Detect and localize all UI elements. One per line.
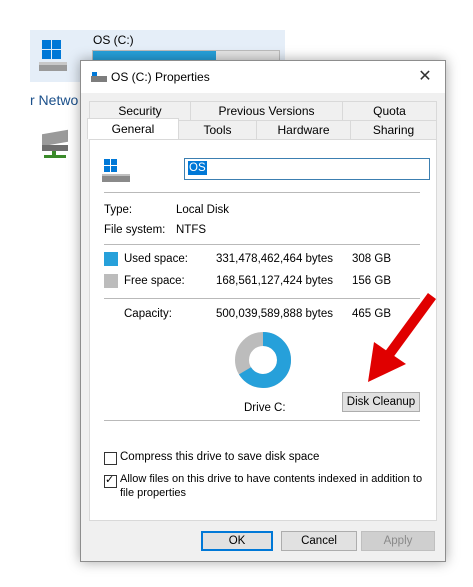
drive-name-value: OS — [188, 161, 207, 175]
capacity-label: Capacity: — [124, 308, 172, 320]
drive-label: Drive C: — [244, 402, 286, 414]
free-space-swatch — [104, 274, 118, 288]
index-label-line1: Allow files on this drive to have conten… — [120, 473, 423, 485]
index-checkbox[interactable]: ✓ — [104, 474, 117, 488]
free-space-label: Free space: — [124, 275, 185, 287]
tab-previous-versions[interactable]: Previous Versions — [190, 101, 343, 120]
compress-label: Compress this drive to save disk space — [120, 451, 320, 463]
ok-button[interactable]: OK — [201, 531, 273, 551]
used-space-label: Used space: — [124, 253, 188, 265]
type-label: Type: — [104, 204, 133, 216]
windows-drive-icon — [39, 40, 67, 71]
file-system-label: File system: — [104, 224, 166, 236]
capacity-bytes: 500,039,589,888 bytes — [216, 308, 334, 320]
index-label-line2: file properties — [120, 487, 187, 499]
file-system-value: NTFS — [176, 224, 207, 236]
free-space-gb: 156 GB — [352, 275, 391, 287]
tab-sharing[interactable]: Sharing — [350, 120, 437, 139]
close-button[interactable]: ✕ — [415, 67, 435, 87]
tab-hardware[interactable]: Hardware — [256, 120, 351, 139]
tab-quota[interactable]: Quota — [342, 101, 437, 120]
cancel-button[interactable]: Cancel — [281, 531, 357, 551]
network-drive-icon — [42, 129, 68, 158]
used-space-swatch — [104, 252, 118, 266]
divider — [104, 192, 420, 193]
compress-checkbox[interactable] — [104, 452, 117, 465]
drive-icon — [91, 72, 107, 82]
used-space-bytes: 331,478,462,464 bytes — [216, 253, 334, 265]
disk-usage-donut — [235, 332, 291, 388]
red-arrow-icon — [368, 293, 437, 382]
dialog-titlebar[interactable]: OS (C:) Properties ✕ — [81, 61, 445, 93]
tab-tools[interactable]: Tools — [178, 120, 257, 139]
type-value: Local Disk — [176, 204, 230, 216]
free-space-bytes: 168,561,127,424 bytes — [216, 275, 334, 287]
drive-name-input[interactable]: OS — [184, 158, 430, 180]
tab-general[interactable]: General — [87, 118, 179, 139]
used-space-gb: 308 GB — [352, 253, 391, 265]
divider — [104, 420, 420, 421]
check-icon: ✓ — [105, 474, 115, 486]
explorer-drive-name: OS (C:) — [93, 33, 134, 47]
disk-cleanup-button[interactable]: Disk Cleanup — [342, 392, 420, 412]
dialog-title: OS (C:) Properties — [111, 70, 210, 84]
explorer-network-label[interactable]: r Netwo — [30, 92, 78, 108]
apply-button: Apply — [361, 531, 435, 551]
divider — [104, 244, 420, 245]
drive-icon — [102, 159, 130, 182]
